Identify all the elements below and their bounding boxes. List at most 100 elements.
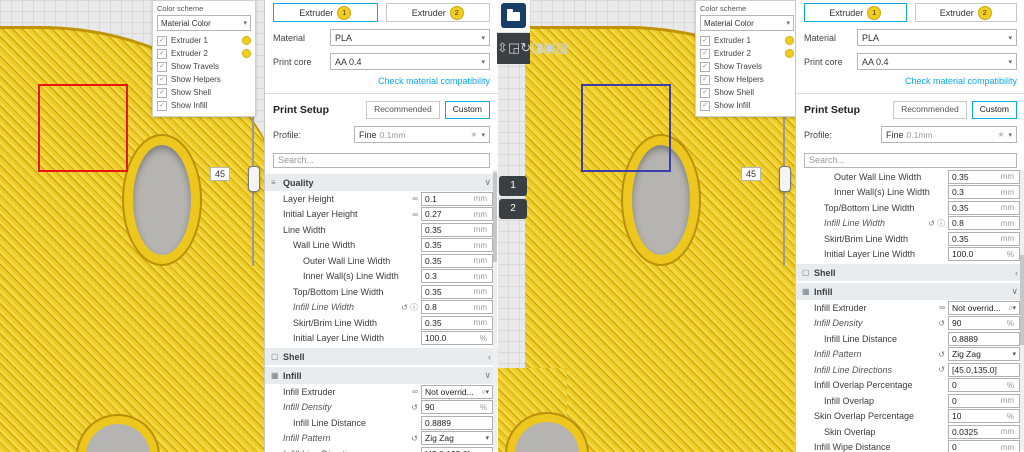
view-option-row[interactable]: ✓ Show Travels <box>700 60 794 73</box>
tab-extruder-2[interactable]: Extruder 2 <box>915 3 1018 22</box>
setting-row[interactable]: Inner Wall(s) Line Width 0.3 mm <box>265 269 498 285</box>
extruder-button[interactable]: 2 <box>499 199 527 219</box>
setting-value-input[interactable]: 0.35 mm <box>948 232 1020 246</box>
checkbox[interactable]: ✓ <box>157 36 167 46</box>
rotate-tool-icon[interactable]: ↻ <box>520 40 531 55</box>
setting-row[interactable]: Initial Layer Height ∞ 0.27 mm <box>265 207 498 223</box>
setting-row[interactable]: Infill Line Width ↺ ⓘ 0.8 mm <box>796 216 1024 232</box>
setting-value-input[interactable]: 0.1 mm <box>421 192 493 206</box>
checkbox[interactable]: ✓ <box>700 75 710 85</box>
setting-modifier-icons[interactable]: ∞ <box>412 387 421 396</box>
settings-scrollbar[interactable] <box>493 170 497 450</box>
setting-row[interactable]: ▦ Infill ∨ <box>265 367 498 384</box>
setting-value-input[interactable]: 0.35 mm <box>948 170 1020 184</box>
view-option-row[interactable]: ✓ Extruder 1 <box>700 34 794 47</box>
mirror-tool-icon[interactable]: ◨ <box>531 40 543 55</box>
settings-search-input[interactable] <box>273 153 490 168</box>
checkbox[interactable]: ✓ <box>157 62 167 72</box>
tab-extruder-1[interactable]: Extruder 1 <box>273 3 378 22</box>
custom-mode-button[interactable]: Custom <box>445 101 490 119</box>
setting-value-input[interactable]: 0 mm <box>948 440 1020 452</box>
setting-value-input[interactable]: 0.8889 <box>948 332 1020 346</box>
setting-row[interactable]: Infill Line Width ↺ ⓘ 0.8 mm <box>265 300 498 316</box>
view-option-row[interactable]: ✓ Show Shell <box>700 86 794 99</box>
setting-row[interactable]: Infill Extruder ∞ Not overrid... ○▾ <box>796 300 1024 316</box>
setting-value-input[interactable]: 100.0 % <box>948 247 1020 261</box>
view-option-row[interactable]: ✓ Show Shell <box>157 86 251 99</box>
setting-value-input[interactable]: 0.35 mm <box>421 254 493 268</box>
setting-modifier-icons[interactable]: ↺ <box>938 350 948 359</box>
layer-slider-handle[interactable] <box>248 166 260 192</box>
setting-value-input[interactable]: 10 % <box>948 409 1020 423</box>
setting-row[interactable]: Outer Wall Line Width 0.35 mm <box>265 253 498 269</box>
support-blocker-tool-icon[interactable]: ▨ <box>556 40 568 55</box>
setting-row[interactable]: Skirt/Brim Line Width 0.35 mm <box>796 231 1024 247</box>
setting-row[interactable]: ▦ Infill ∨ <box>796 283 1024 300</box>
setting-value-input[interactable]: 0.8 mm <box>421 300 493 314</box>
custom-mode-button[interactable]: Custom <box>972 101 1017 119</box>
setting-row[interactable]: Infill Density ↺ 90 % <box>265 400 498 416</box>
check-material-compatibility-link[interactable]: Check material compatibility <box>796 70 1024 93</box>
layer-slider-handle[interactable] <box>779 166 791 192</box>
setting-row[interactable]: Infill Line Distance 0.8889 <box>796 331 1024 347</box>
view-option-row[interactable]: ✓ Show Helpers <box>700 73 794 86</box>
color-scheme-select[interactable]: Material Color ▾ <box>157 15 251 31</box>
setting-value-input[interactable]: 100.0 % <box>421 331 493 345</box>
setting-row[interactable]: Inner Wall(s) Line Width 0.3 mm <box>796 185 1024 201</box>
setting-row[interactable]: ▢ Shell ‹ <box>796 264 1024 281</box>
setting-value-input[interactable]: Zig Zag ▾ <box>421 431 493 445</box>
setting-value-input[interactable]: Not overrid... ○▾ <box>421 385 493 399</box>
3d-viewport-left[interactable]: Color scheme Material Color ▾ ✓ Extruder… <box>0 0 264 452</box>
open-file-button[interactable] <box>501 3 526 28</box>
view-option-row[interactable]: ✓ Extruder 2 <box>700 47 794 60</box>
setting-modifier-icons[interactable]: ∞ <box>412 194 421 203</box>
setting-row[interactable]: Layer Height ∞ 0.1 mm <box>265 191 498 207</box>
recommended-mode-button[interactable]: Recommended <box>366 101 440 119</box>
material-select[interactable]: PLA ▾ <box>330 29 490 46</box>
per-model-settings-tool-icon[interactable]: ▣ <box>543 40 555 55</box>
setting-row[interactable]: ▢ Shell ‹ <box>265 348 498 365</box>
setting-row[interactable]: Initial Layer Line Width 100.0 % <box>265 331 498 347</box>
setting-value-input[interactable]: 90 % <box>421 400 493 414</box>
setting-row[interactable]: Infill Overlap Percentage 0 % <box>796 378 1024 394</box>
checkbox[interactable]: ✓ <box>700 36 710 46</box>
view-option-row[interactable]: ✓ Show Infill <box>157 99 251 112</box>
recommended-mode-button[interactable]: Recommended <box>893 101 967 119</box>
setting-modifier-icons[interactable]: ↺ <box>411 434 421 443</box>
view-option-row[interactable]: ✓ Show Infill <box>700 99 794 112</box>
scrollbar-thumb[interactable] <box>493 172 497 262</box>
setting-value-input[interactable]: 0.35 mm <box>421 316 493 330</box>
setting-value-input[interactable]: Not overrid... ○▾ <box>948 301 1020 315</box>
setting-row[interactable]: Infill Line Distance 0.8889 <box>265 415 498 431</box>
3d-viewport-right[interactable]: Color scheme Material Color ▾ ✓ Extruder… <box>497 0 795 452</box>
settings-search-input[interactable] <box>804 153 1017 168</box>
setting-row[interactable]: Infill Density ↺ 90 % <box>796 316 1024 332</box>
setting-row[interactable]: Top/Bottom Line Width 0.35 mm <box>796 200 1024 216</box>
setting-value-input[interactable]: 0.8 mm <box>948 216 1020 230</box>
setting-row[interactable]: Infill Extruder ∞ Not overrid... ○▾ <box>265 384 498 400</box>
setting-row[interactable]: Top/Bottom Line Width 0.35 mm <box>265 284 498 300</box>
setting-value-input[interactable]: 0.0325 mm <box>948 425 1020 439</box>
checkbox[interactable]: ✓ <box>157 49 167 59</box>
setting-modifier-icons[interactable]: ↺ <box>938 365 948 374</box>
setting-value-input[interactable]: 0.27 mm <box>421 207 493 221</box>
setting-row[interactable]: Skin Overlap 0.0325 mm <box>796 424 1024 440</box>
settings-scrollbar[interactable] <box>1020 170 1024 450</box>
view-option-row[interactable]: ✓ Extruder 2 <box>157 47 251 60</box>
checkbox[interactable]: ✓ <box>157 88 167 98</box>
setting-modifier-icons[interactable]: ↺ ⓘ <box>401 302 421 313</box>
setting-modifier-icons[interactable]: ↺ <box>411 403 421 412</box>
printcore-select[interactable]: AA 0.4 ▾ <box>857 53 1017 70</box>
setting-row[interactable]: Skin Overlap Percentage 10 % <box>796 409 1024 425</box>
setting-modifier-icons[interactable]: ↺ ⓘ <box>928 218 948 229</box>
checkbox[interactable]: ✓ <box>700 62 710 72</box>
setting-row[interactable]: Infill Pattern ↺ Zig Zag ▾ <box>265 431 498 447</box>
setting-row[interactable]: Infill Wipe Distance 0 mm <box>796 440 1024 452</box>
move-tool-icon[interactable]: ⇳ <box>497 40 508 55</box>
setting-row[interactable]: Outer Wall Line Width 0.35 mm <box>796 169 1024 185</box>
check-material-compatibility-link[interactable]: Check material compatibility <box>265 70 498 93</box>
setting-value-input[interactable]: 0.35 mm <box>421 285 493 299</box>
setting-value-input[interactable]: 0 % <box>948 378 1020 392</box>
setting-value-input[interactable]: 0.35 mm <box>948 201 1020 215</box>
setting-value-input[interactable]: [45.0,135.0] <box>948 363 1020 377</box>
